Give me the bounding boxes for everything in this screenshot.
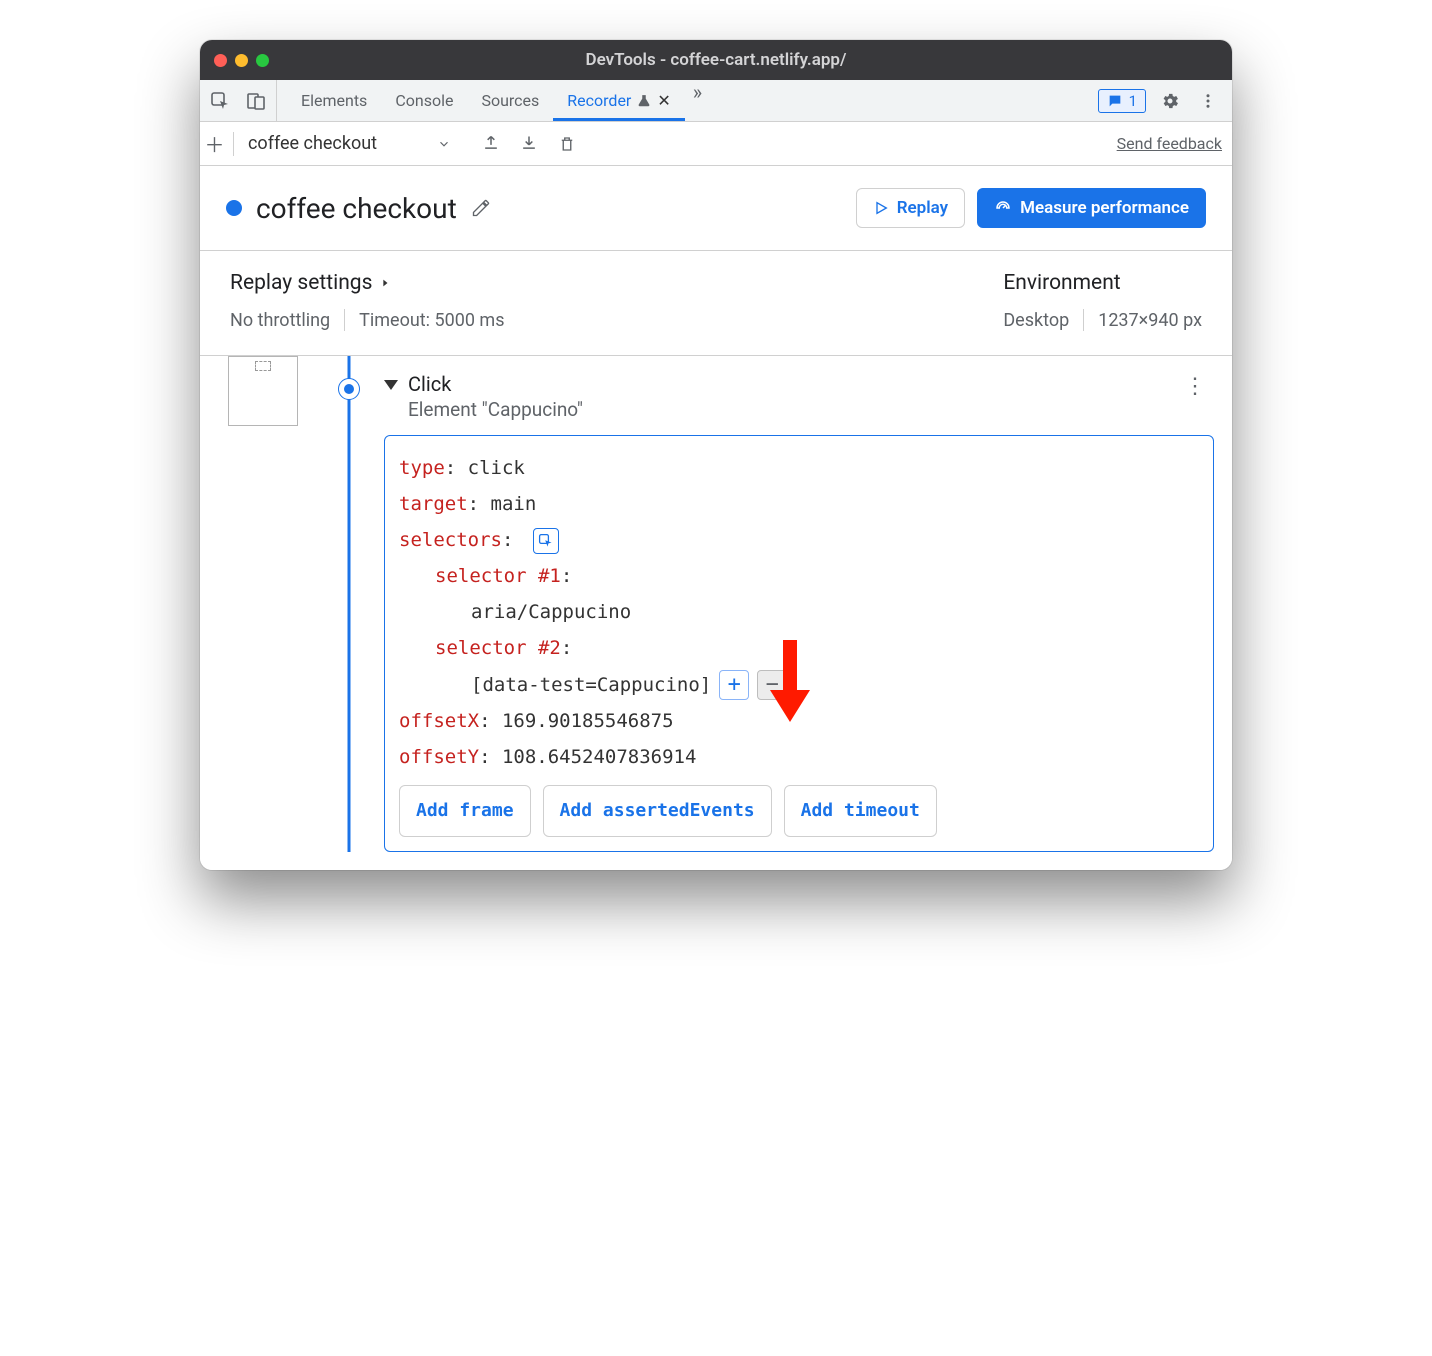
send-feedback-link[interactable]: Send feedback <box>1117 134 1222 153</box>
step-header[interactable]: Click Element "Cappucino" <box>384 372 1214 421</box>
add-selector-button[interactable]: + <box>719 670 749 700</box>
settings-icon[interactable] <box>1156 87 1184 115</box>
tab-console[interactable]: Console <box>381 80 467 121</box>
window-controls <box>214 54 269 67</box>
chevron-down-icon <box>437 137 451 151</box>
status-dot-icon <box>226 200 242 216</box>
replay-settings-header[interactable]: Replay settings <box>230 271 505 295</box>
recording-select[interactable]: coffee checkout <box>248 133 451 154</box>
more-tabs-icon[interactable]: » <box>685 80 710 121</box>
issues-badge[interactable]: 1 <box>1098 89 1146 113</box>
environment-header: Environment <box>1003 271 1202 295</box>
recording-title: coffee checkout <box>256 192 457 225</box>
device-value: Desktop <box>1003 310 1069 331</box>
timeout-value: Timeout: 5000 ms <box>359 310 504 331</box>
recording-select-value: coffee checkout <box>248 133 377 154</box>
tab-recorder[interactable]: Recorder ✕ <box>553 80 684 121</box>
step-menu-icon[interactable]: ⋮ <box>1184 374 1206 399</box>
measure-performance-button[interactable]: Measure performance <box>977 188 1206 228</box>
timeline-marker-icon <box>338 378 360 400</box>
throttle-value: No throttling <box>230 310 330 331</box>
chat-icon <box>1107 93 1123 109</box>
step-details: type: click target: main selectors: sele… <box>384 435 1214 852</box>
panel-tabbar: Elements Console Sources Recorder ✕ » 1 <box>200 80 1232 122</box>
edit-title-icon[interactable] <box>471 198 491 218</box>
minimize-window-icon[interactable] <box>235 54 248 67</box>
tab-elements[interactable]: Elements <box>287 80 381 121</box>
step-title: Click <box>408 372 583 396</box>
tab-sources[interactable]: Sources <box>467 80 553 121</box>
titlebar: DevTools - coffee-cart.netlify.app/ <box>200 40 1232 80</box>
selector-2-value[interactable]: [data-test=Cappucino] <box>471 667 711 703</box>
recording-header: coffee checkout Replay Measure performan… <box>200 166 1232 251</box>
selector-1-value[interactable]: aria/Cappucino <box>471 601 631 623</box>
step-subtitle: Element "Cappucino" <box>408 398 583 421</box>
caret-down-icon <box>384 380 398 390</box>
gauge-icon <box>994 199 1012 217</box>
add-timeout-button[interactable]: Add timeout <box>784 785 937 837</box>
more-menu-icon[interactable] <box>1194 87 1222 115</box>
device-toggle-icon[interactable] <box>242 87 270 115</box>
new-recording-button[interactable]: ＋ <box>210 132 234 156</box>
steps-panel: Click Element "Cappucino" ⋮ type: click … <box>200 356 1232 870</box>
settings-section: Replay settings No throttling Timeout: 5… <box>200 251 1232 356</box>
window-title: DevTools - coffee-cart.netlify.app/ <box>200 50 1232 70</box>
flask-icon <box>637 94 651 108</box>
play-icon <box>873 200 889 216</box>
import-icon[interactable] <box>515 130 543 158</box>
remove-selector-button[interactable]: − <box>757 670 787 700</box>
issues-count: 1 <box>1129 92 1137 110</box>
recorder-toolbar: ＋ coffee checkout Send feedback <box>200 122 1232 166</box>
element-picker-icon[interactable] <box>533 528 559 554</box>
devtools-window: DevTools - coffee-cart.netlify.app/ Elem… <box>200 40 1232 870</box>
inspect-icon[interactable] <box>206 87 234 115</box>
add-frame-button[interactable]: Add frame <box>399 785 531 837</box>
maximize-window-icon[interactable] <box>256 54 269 67</box>
chevron-right-icon <box>380 276 390 290</box>
timeline <box>314 356 384 852</box>
replay-button[interactable]: Replay <box>856 188 965 228</box>
delete-icon[interactable] <box>553 130 581 158</box>
export-icon[interactable] <box>477 130 505 158</box>
close-window-icon[interactable] <box>214 54 227 67</box>
close-tab-icon[interactable]: ✕ <box>657 91 670 110</box>
viewport-value: 1237×940 px <box>1098 310 1202 331</box>
add-asserted-events-button[interactable]: Add assertedEvents <box>543 785 772 837</box>
step-thumbnail <box>228 356 298 426</box>
